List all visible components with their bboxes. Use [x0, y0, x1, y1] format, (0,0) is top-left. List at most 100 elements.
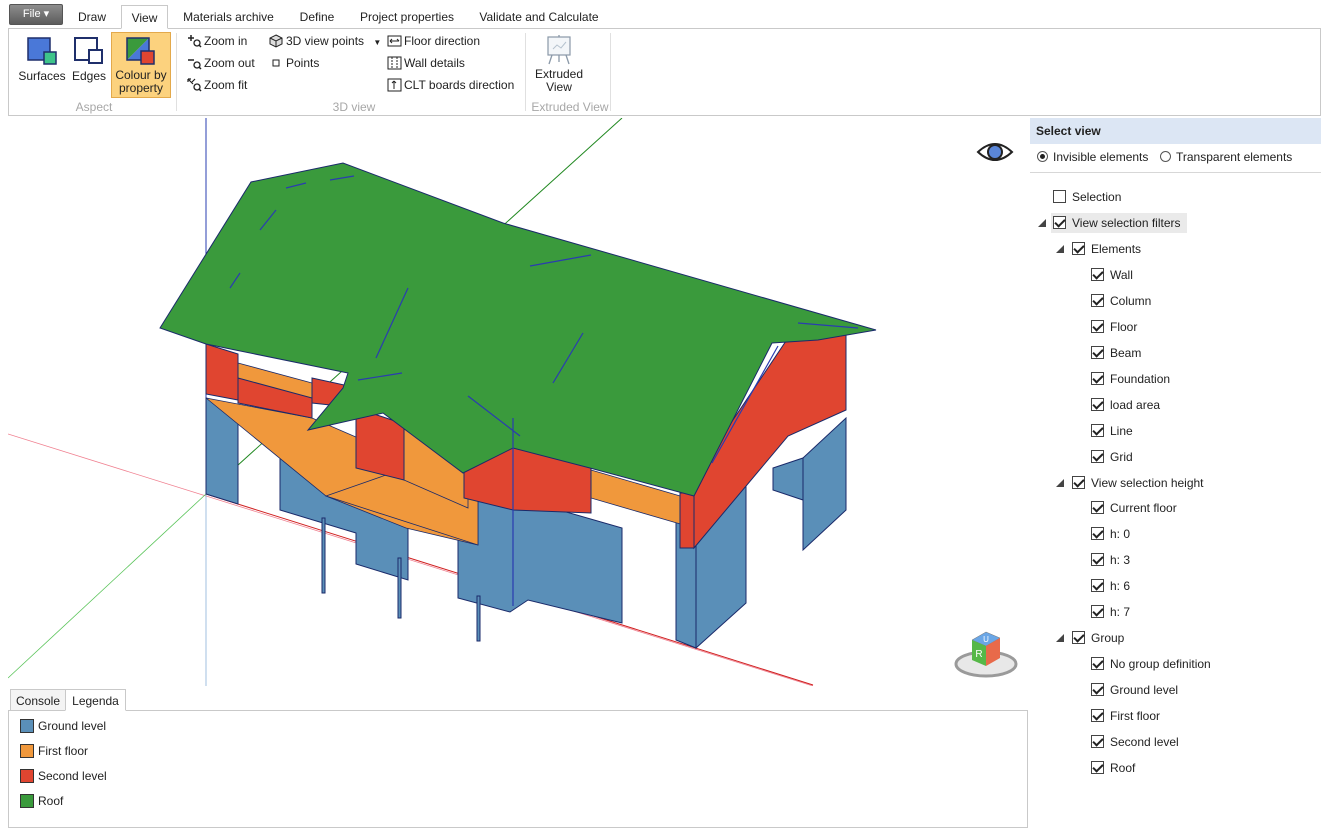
radio-button[interactable]	[1037, 151, 1048, 162]
zoom-fit-label: Zoom fit	[204, 78, 248, 92]
tree-item-element[interactable]: load area	[1091, 395, 1160, 415]
tree-label: Group	[1091, 631, 1125, 645]
tab-project-properties[interactable]: Project properties	[352, 5, 462, 29]
checkbox[interactable]	[1091, 346, 1104, 359]
view-cube-icon[interactable]: U R	[952, 626, 1020, 682]
tree-item-element[interactable]: Foundation	[1091, 369, 1170, 389]
checkbox[interactable]	[1053, 216, 1066, 229]
checkbox[interactable]	[1091, 268, 1104, 281]
ribbon-tab-bar: File ▾ Draw View Materials archive Defin…	[0, 0, 1331, 29]
tree-item-element[interactable]: Beam	[1091, 343, 1141, 363]
tab-validate-calculate[interactable]: Validate and Calculate	[472, 5, 606, 29]
tree-item-group[interactable]: Group	[1072, 628, 1124, 648]
building-model[interactable]	[8, 118, 1028, 686]
checkbox[interactable]	[1091, 527, 1104, 540]
colour-by-property-button[interactable]: Colour by property	[111, 32, 171, 98]
radio-invisible-elements[interactable]: Invisible elements	[1037, 150, 1148, 164]
3d-viewport[interactable]: U R	[8, 118, 1028, 686]
legend-label: Second level	[38, 769, 107, 783]
checkbox[interactable]	[1091, 450, 1104, 463]
tree-item-height[interactable]: Current floor	[1091, 498, 1177, 518]
tab-draw[interactable]: Draw	[70, 5, 114, 29]
tree-item-group-entry[interactable]: Roof	[1091, 758, 1135, 778]
checkbox[interactable]	[1091, 735, 1104, 748]
checkbox[interactable]	[1091, 605, 1104, 618]
checkbox[interactable]	[1091, 709, 1104, 722]
wall-details-toggle[interactable]: Wall details	[387, 56, 465, 70]
legend-label: Roof	[38, 794, 64, 808]
tab-legenda[interactable]: Legenda	[65, 689, 126, 711]
3d-view-points-button[interactable]: 3D view points ▼	[269, 34, 381, 48]
zoom-in-button[interactable]: Zoom in	[187, 34, 247, 48]
tree-label: Floor	[1110, 320, 1138, 334]
checkbox[interactable]	[1091, 320, 1104, 333]
tree-item-selection[interactable]: Selection	[1053, 187, 1121, 207]
zoom-out-button[interactable]: Zoom out	[187, 56, 255, 70]
tab-view[interactable]: View	[121, 5, 168, 29]
tree-item-view-selection-height[interactable]: View selection height	[1072, 473, 1204, 493]
collapse-icon[interactable]	[1038, 219, 1046, 227]
zoom-out-icon	[188, 59, 202, 70]
tree-item-group-entry[interactable]: First floor	[1091, 706, 1160, 726]
checkbox[interactable]	[1091, 424, 1104, 437]
radio-transparent-elements[interactable]: Transparent elements	[1160, 150, 1292, 164]
checkbox[interactable]	[1072, 476, 1085, 489]
checkbox[interactable]	[1091, 294, 1104, 307]
tree-item-element[interactable]: Grid	[1091, 447, 1133, 467]
tab-materials-archive[interactable]: Materials archive	[176, 5, 281, 29]
checkbox[interactable]	[1072, 242, 1085, 255]
legend-swatch	[20, 719, 34, 733]
eye-icon[interactable]	[976, 138, 1014, 166]
tree-item-element[interactable]: Column	[1091, 291, 1151, 311]
tree-item-height[interactable]: h: 3	[1091, 550, 1130, 570]
tree-item-element[interactable]: Line	[1091, 421, 1133, 441]
tree-label: First floor	[1110, 709, 1161, 723]
checkbox[interactable]	[1091, 398, 1104, 411]
edges-icon	[74, 37, 103, 64]
checkbox[interactable]	[1091, 501, 1104, 514]
tree-item-element[interactable]: Floor	[1091, 317, 1137, 337]
radio-button[interactable]	[1160, 151, 1171, 162]
tree-label: Line	[1110, 424, 1133, 438]
checkbox[interactable]	[1091, 372, 1104, 385]
file-menu-button[interactable]: File ▾	[9, 4, 63, 25]
points-toggle[interactable]: Points	[269, 56, 319, 70]
extruded-view-button[interactable]: Extruded View	[531, 32, 587, 96]
tree-label: View selection filters	[1072, 216, 1181, 230]
tree-item-view-selection-filters[interactable]: View selection filters	[1051, 213, 1187, 233]
tree-item-height[interactable]: h: 0	[1091, 524, 1130, 544]
tree-item-element[interactable]: Wall	[1091, 265, 1133, 285]
point-icon	[272, 59, 280, 67]
edges-button[interactable]: Edges	[69, 32, 109, 86]
collapse-icon[interactable]	[1056, 634, 1064, 642]
legend-swatch	[20, 794, 34, 808]
colour-by-label-2: property	[118, 81, 164, 95]
clt-boards-direction-toggle[interactable]: CLT boards direction	[387, 78, 514, 92]
checkbox[interactable]	[1091, 579, 1104, 592]
surfaces-label: Surfaces	[18, 69, 66, 83]
tree-item-group-entry[interactable]: Second level	[1091, 732, 1179, 752]
zoom-fit-button[interactable]: Zoom fit	[187, 78, 247, 92]
surfaces-button[interactable]: Surfaces	[15, 32, 69, 86]
checkbox[interactable]	[1091, 553, 1104, 566]
floor-direction-toggle[interactable]: Floor direction	[387, 34, 480, 48]
checkbox[interactable]	[1072, 631, 1085, 644]
tree-item-height[interactable]: h: 7	[1091, 602, 1130, 622]
checkbox[interactable]	[1053, 190, 1066, 203]
ribbon-separator	[176, 33, 177, 111]
tree-item-height[interactable]: h: 6	[1091, 576, 1130, 596]
checkbox[interactable]	[1091, 657, 1104, 670]
checkbox[interactable]	[1091, 761, 1104, 774]
tree-label: load area	[1110, 398, 1161, 412]
tree-item-group-entry[interactable]: No group definition	[1091, 654, 1211, 674]
tree-item-group-entry[interactable]: Ground level	[1091, 680, 1178, 700]
wall-details-icon	[387, 56, 402, 70]
3d-view-points-label: 3D view points	[286, 34, 365, 48]
tab-console[interactable]: Console	[10, 689, 66, 711]
tab-define[interactable]: Define	[290, 5, 344, 29]
collapse-icon[interactable]	[1056, 245, 1064, 253]
checkbox[interactable]	[1091, 683, 1104, 696]
collapse-icon[interactable]	[1056, 479, 1064, 487]
tree-label: Roof	[1110, 761, 1136, 775]
tree-item-elements[interactable]: Elements	[1072, 239, 1141, 259]
